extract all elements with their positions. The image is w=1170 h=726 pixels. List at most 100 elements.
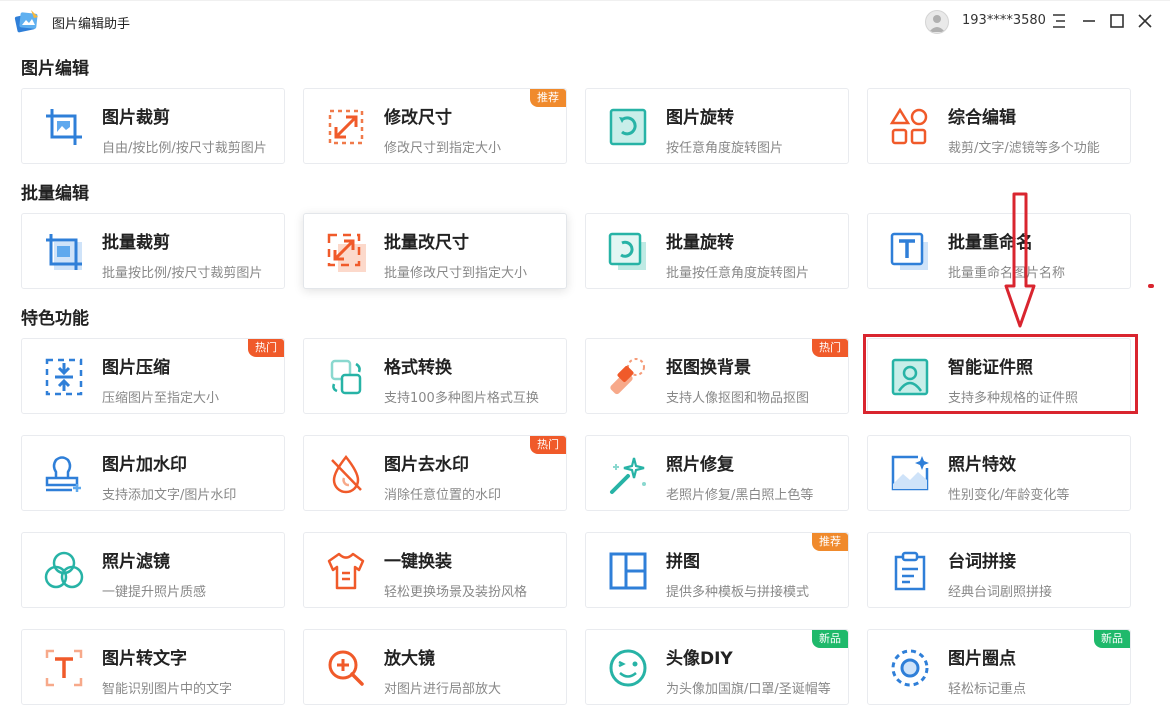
rename-icon bbox=[888, 230, 932, 274]
section-title-batch: 批量编辑 bbox=[21, 179, 89, 204]
app-title: 图片编辑助手 bbox=[52, 13, 130, 32]
maximize-icon[interactable] bbox=[1106, 10, 1128, 32]
card-photo-effects[interactable]: 照片特效 性别变化/年龄变化等 bbox=[867, 435, 1131, 511]
card-crop[interactable]: 图片裁剪 自由/按比例/按尺寸裁剪图片 bbox=[21, 88, 285, 164]
batch-crop-icon bbox=[42, 230, 86, 274]
hot-badge: 热门 bbox=[248, 339, 284, 357]
card-resize[interactable]: 修改尺寸 修改尺寸到指定大小 推荐 bbox=[303, 88, 567, 164]
shirt-icon bbox=[324, 549, 368, 593]
card-desc: 修改尺寸到指定大小 bbox=[384, 137, 501, 156]
card-title: 头像DIY bbox=[666, 644, 733, 669]
batch-resize-icon bbox=[324, 230, 368, 274]
card-batch-resize[interactable]: 批量改尺寸 批量修改尺寸到指定大小 bbox=[303, 213, 567, 289]
batch-rotate-icon bbox=[606, 230, 650, 274]
title-bar: 图片编辑助手 193****3580 bbox=[0, 0, 1170, 42]
card-magnifier[interactable]: 放大镜 对图片进行局部放大 bbox=[303, 629, 567, 705]
card-title: 图片裁剪 bbox=[102, 103, 170, 128]
card-desc: 一键提升照片质感 bbox=[102, 581, 206, 600]
close-icon[interactable] bbox=[1134, 10, 1156, 32]
card-lines-stitch[interactable]: 台词拼接 经典台词剧照拼接 bbox=[867, 532, 1131, 608]
card-desc: 批量修改尺寸到指定大小 bbox=[384, 262, 527, 281]
hot-badge: 热门 bbox=[812, 339, 848, 357]
card-title: 格式转换 bbox=[384, 353, 452, 378]
card-desc: 支持添加文字/图片水印 bbox=[102, 484, 236, 503]
card-title: 图片去水印 bbox=[384, 450, 469, 475]
card-title: 批量改尺寸 bbox=[384, 228, 469, 253]
card-desc: 提供多种模板与拼接模式 bbox=[666, 581, 809, 600]
card-cutout-background[interactable]: 抠图换背景 支持人像抠图和物品抠图 热门 bbox=[585, 338, 849, 414]
minimize-icon[interactable] bbox=[1078, 10, 1100, 32]
card-compress[interactable]: 图片压缩 压缩图片至指定大小 热门 bbox=[21, 338, 285, 414]
new-badge: 新品 bbox=[1094, 630, 1130, 648]
recommend-badge: 推荐 bbox=[530, 89, 566, 107]
card-comprehensive-edit[interactable]: 综合编辑 裁剪/文字/滤镜等多个功能 bbox=[867, 88, 1131, 164]
filter-icon bbox=[42, 549, 86, 593]
card-collage[interactable]: 拼图 提供多种模板与拼接模式 推荐 bbox=[585, 532, 849, 608]
card-id-photo[interactable]: 智能证件照 支持多种规格的证件照 bbox=[867, 338, 1131, 414]
card-image-annotate[interactable]: 图片圈点 轻松标记重点 新品 bbox=[867, 629, 1131, 705]
card-desc: 批量按任意角度旋转图片 bbox=[666, 262, 809, 281]
card-title: 批量旋转 bbox=[666, 228, 734, 253]
smiley-icon bbox=[606, 646, 650, 690]
magic-wand-icon bbox=[606, 452, 650, 496]
card-photo-repair[interactable]: 照片修复 老照片修复/黑白照上色等 bbox=[585, 435, 849, 511]
new-badge: 新品 bbox=[812, 630, 848, 648]
card-format-convert[interactable]: 格式转换 支持100多种图片格式互换 bbox=[303, 338, 567, 414]
card-rotate[interactable]: 图片旋转 按任意角度旋转图片 bbox=[585, 88, 849, 164]
zoom-icon bbox=[324, 646, 368, 690]
card-desc: 经典台词剧照拼接 bbox=[948, 581, 1052, 600]
card-desc: 消除任意位置的水印 bbox=[384, 484, 501, 503]
card-avatar-diy[interactable]: 头像DIY 为头像加国旗/口罩/圣诞帽等 新品 bbox=[585, 629, 849, 705]
card-photo-filter[interactable]: 照片滤镜 一键提升照片质感 bbox=[21, 532, 285, 608]
card-batch-rotate[interactable]: 批量旋转 批量按任意角度旋转图片 bbox=[585, 213, 849, 289]
card-title: 照片滤镜 bbox=[102, 547, 170, 572]
card-add-watermark[interactable]: 图片加水印 支持添加文字/图片水印 bbox=[21, 435, 285, 511]
id-photo-icon bbox=[888, 355, 932, 399]
convert-icon bbox=[324, 355, 368, 399]
stamp-icon bbox=[42, 452, 86, 496]
card-title: 图片压缩 bbox=[102, 353, 170, 378]
card-title: 拼图 bbox=[666, 547, 700, 572]
card-desc: 轻松更换场景及装扮风格 bbox=[384, 581, 527, 600]
section-title-features: 特色功能 bbox=[21, 304, 89, 329]
card-title: 照片修复 bbox=[666, 450, 734, 475]
card-batch-crop[interactable]: 批量裁剪 批量按比例/按尺寸裁剪图片 bbox=[21, 213, 285, 289]
photo-effect-icon bbox=[888, 452, 932, 496]
card-desc: 按任意角度旋转图片 bbox=[666, 137, 783, 156]
card-title: 图片旋转 bbox=[666, 103, 734, 128]
card-title: 综合编辑 bbox=[948, 103, 1016, 128]
user-phone[interactable]: 193****3580 bbox=[962, 13, 1046, 28]
card-desc: 支持人像抠图和物品抠图 bbox=[666, 387, 809, 406]
remove-watermark-icon bbox=[324, 452, 368, 496]
section-title-edit: 图片编辑 bbox=[21, 54, 89, 79]
shapes-icon bbox=[888, 105, 932, 149]
crop-icon bbox=[42, 105, 86, 149]
menu-icon[interactable] bbox=[1048, 10, 1070, 32]
card-title: 抠图换背景 bbox=[666, 353, 751, 378]
collage-icon bbox=[606, 549, 650, 593]
circle-mark-icon bbox=[888, 646, 932, 690]
card-desc: 智能识别图片中的文字 bbox=[102, 678, 232, 697]
card-remove-watermark[interactable]: 图片去水印 消除任意位置的水印 热门 bbox=[303, 435, 567, 511]
card-desc: 自由/按比例/按尺寸裁剪图片 bbox=[102, 137, 267, 156]
clipboard-icon bbox=[888, 549, 932, 593]
card-desc: 轻松标记重点 bbox=[948, 678, 1026, 697]
card-title: 图片圈点 bbox=[948, 644, 1016, 669]
card-batch-rename[interactable]: 批量重命名 批量重命名图片名称 bbox=[867, 213, 1131, 289]
card-desc: 支持100多种图片格式互换 bbox=[384, 387, 539, 406]
resize-icon bbox=[324, 105, 368, 149]
rotate-icon bbox=[606, 105, 650, 149]
card-title: 照片特效 bbox=[948, 450, 1016, 475]
card-title: 图片加水印 bbox=[102, 450, 187, 475]
card-title: 智能证件照 bbox=[948, 353, 1033, 378]
card-title: 台词拼接 bbox=[948, 547, 1016, 572]
card-desc: 支持多种规格的证件照 bbox=[948, 387, 1078, 406]
card-title: 放大镜 bbox=[384, 644, 435, 669]
card-image-to-text[interactable]: 图片转文字 智能识别图片中的文字 bbox=[21, 629, 285, 705]
card-desc: 老照片修复/黑白照上色等 bbox=[666, 484, 813, 503]
avatar[interactable] bbox=[925, 10, 949, 34]
card-title: 一键换装 bbox=[384, 547, 452, 572]
card-desc: 对图片进行局部放大 bbox=[384, 678, 501, 697]
card-title: 修改尺寸 bbox=[384, 103, 452, 128]
card-outfit-change[interactable]: 一键换装 轻松更换场景及装扮风格 bbox=[303, 532, 567, 608]
